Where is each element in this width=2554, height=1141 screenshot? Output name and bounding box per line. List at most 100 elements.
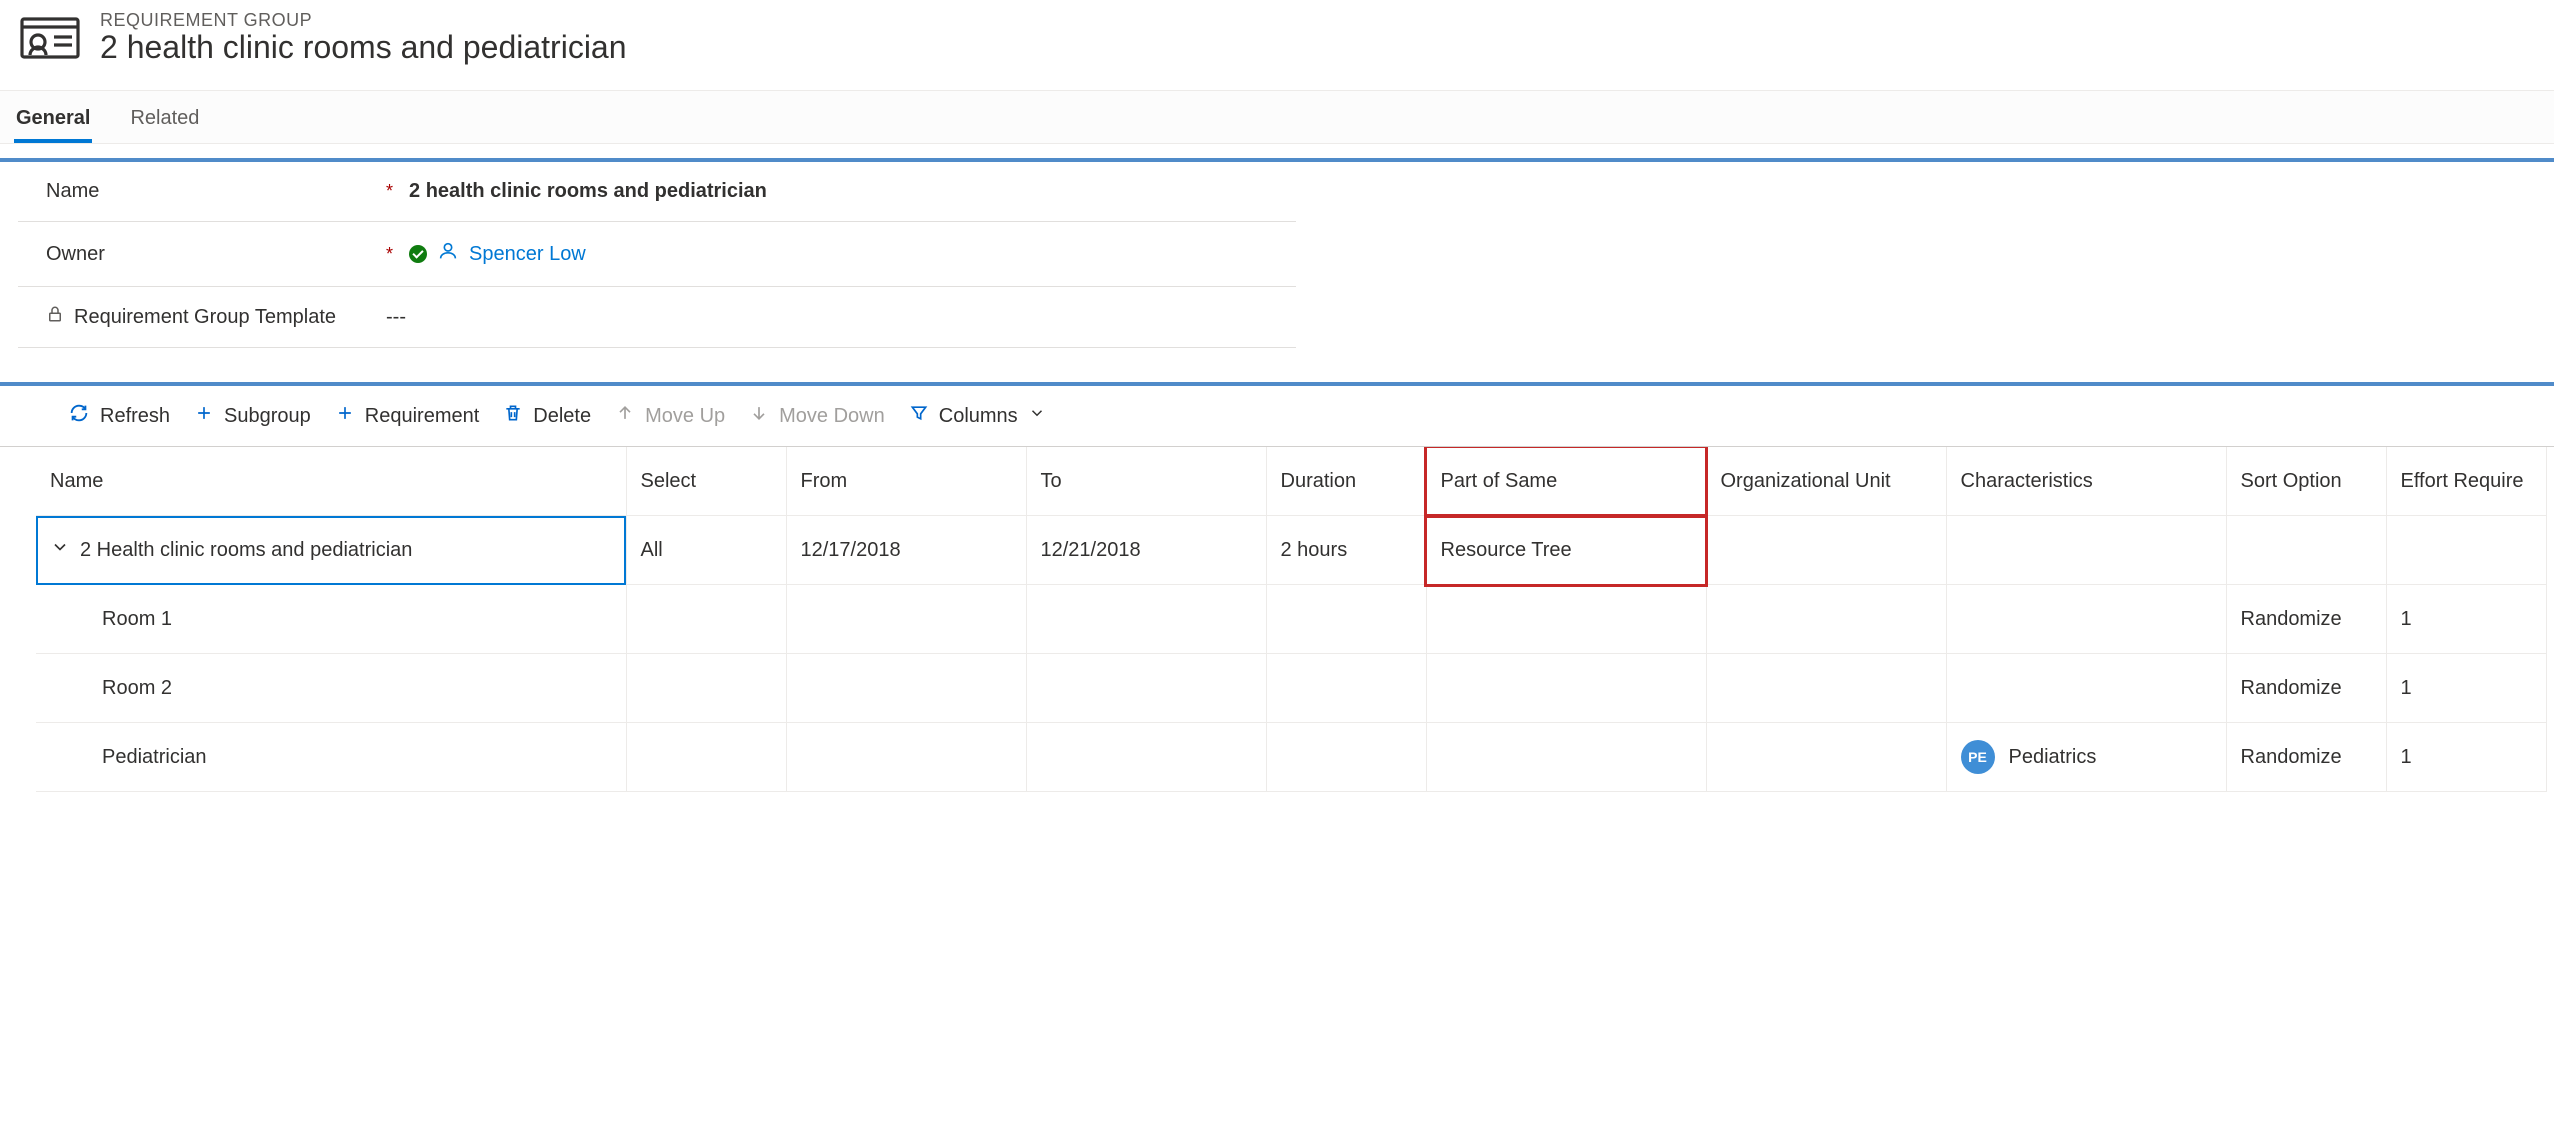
grid-cell-characteristics[interactable]: PE Pediatrics xyxy=(1946,723,2226,792)
presence-indicator-icon xyxy=(409,245,427,263)
add-subgroup-button[interactable]: Subgroup xyxy=(194,403,311,429)
chevron-down-icon xyxy=(1028,404,1046,428)
person-icon xyxy=(437,240,459,268)
grid-cell-characteristics[interactable] xyxy=(1946,654,2226,723)
grid-cell-effort-required[interactable]: 1 xyxy=(2386,723,2546,792)
plus-icon xyxy=(335,403,355,429)
entity-type-label: REQUIREMENT GROUP xyxy=(100,10,627,31)
grid-cell-org-unit[interactable] xyxy=(1706,516,1946,585)
form-tabbar: General Related xyxy=(0,90,2554,144)
chevron-down-icon[interactable] xyxy=(50,537,70,563)
grid-cell-duration[interactable] xyxy=(1266,585,1426,654)
refresh-label: Refresh xyxy=(100,405,170,428)
column-header-org-unit[interactable]: Organizational Unit xyxy=(1706,447,1946,516)
grid-table-wrapper: Name Select From To Duration Part of Sam… xyxy=(0,446,2554,792)
column-header-to[interactable]: To xyxy=(1026,447,1266,516)
plus-icon xyxy=(194,403,214,429)
record-title: 2 health clinic rooms and pediatrician xyxy=(100,29,627,66)
grid-toolbar: Refresh Subgroup Requirement xyxy=(0,386,2554,446)
grid-cell-duration[interactable] xyxy=(1266,654,1426,723)
owner-lookup-link[interactable]: Spencer Low xyxy=(469,243,586,266)
owner-field-label: Owner xyxy=(46,243,105,266)
grid-cell-org-unit[interactable] xyxy=(1706,585,1946,654)
grid-cell-duration[interactable] xyxy=(1266,723,1426,792)
column-header-from[interactable]: From xyxy=(786,447,1026,516)
column-header-characteristics[interactable]: Characteristics xyxy=(1946,447,2226,516)
grid-cell-name[interactable]: Room 1 xyxy=(36,585,626,654)
add-requirement-button[interactable]: Requirement xyxy=(335,403,480,429)
template-field-value[interactable]: --- xyxy=(386,306,406,329)
grid-cell-name[interactable]: Room 2 xyxy=(36,654,626,723)
column-header-name[interactable]: Name xyxy=(36,447,626,516)
grid-cell-select[interactable] xyxy=(626,723,786,792)
column-header-part-of-same[interactable]: Part of Same xyxy=(1426,447,1706,516)
column-header-sort-option[interactable]: Sort Option xyxy=(2226,447,2386,516)
required-asterisk-icon: * xyxy=(386,181,393,202)
move-down-label: Move Down xyxy=(779,405,885,428)
grid-cell-select[interactable] xyxy=(626,585,786,654)
row-name-value: 2 Health clinic rooms and pediatrician xyxy=(80,539,412,562)
general-form-panel: Name * 2 health clinic rooms and pediatr… xyxy=(0,158,2554,378)
grid-cell-to[interactable]: 12/21/2018 xyxy=(1026,516,1266,585)
grid-cell-to[interactable] xyxy=(1026,723,1266,792)
grid-cell-part-of-same[interactable] xyxy=(1426,654,1706,723)
table-row[interactable]: Room 1 Randomize 1 xyxy=(36,585,2546,654)
grid-cell-sort-option[interactable] xyxy=(2226,516,2386,585)
grid-cell-effort-required[interactable]: 1 xyxy=(2386,585,2546,654)
column-header-duration[interactable]: Duration xyxy=(1266,447,1426,516)
record-header: REQUIREMENT GROUP 2 health clinic rooms … xyxy=(0,0,2554,90)
move-down-button[interactable]: Move Down xyxy=(749,403,885,429)
name-field-value[interactable]: 2 health clinic rooms and pediatrician xyxy=(409,180,767,203)
grid-cell-from[interactable] xyxy=(786,654,1026,723)
grid-cell-characteristics[interactable] xyxy=(1946,516,2226,585)
grid-cell-from[interactable] xyxy=(786,585,1026,654)
requirement-label: Requirement xyxy=(365,405,480,428)
grid-cell-part-of-same[interactable] xyxy=(1426,723,1706,792)
grid-cell-org-unit[interactable] xyxy=(1706,654,1946,723)
template-field-label: Requirement Group Template xyxy=(74,305,336,329)
columns-label: Columns xyxy=(939,405,1018,428)
form-row-template: Requirement Group Template * --- xyxy=(18,287,1296,348)
refresh-button[interactable]: Refresh xyxy=(68,402,170,430)
delete-button[interactable]: Delete xyxy=(503,403,591,429)
grid-cell-characteristics[interactable] xyxy=(1946,585,2226,654)
grid-cell-to[interactable] xyxy=(1026,654,1266,723)
form-row-name: Name * 2 health clinic rooms and pediatr… xyxy=(18,162,1296,222)
columns-button[interactable]: Columns xyxy=(909,403,1046,429)
table-row[interactable]: 2 Health clinic rooms and pediatrician A… xyxy=(36,516,2546,585)
grid-cell-part-of-same[interactable]: Resource Tree xyxy=(1426,516,1706,585)
grid-cell-sort-option[interactable]: Randomize xyxy=(2226,654,2386,723)
requirements-grid-panel: Refresh Subgroup Requirement xyxy=(0,382,2554,792)
move-up-button[interactable]: Move Up xyxy=(615,403,725,429)
grid-cell-from[interactable] xyxy=(786,723,1026,792)
grid-cell-select[interactable] xyxy=(626,654,786,723)
lock-icon xyxy=(46,305,64,329)
entity-icon xyxy=(20,15,80,61)
grid-cell-name[interactable]: 2 Health clinic rooms and pediatrician xyxy=(36,516,626,585)
grid-cell-effort-required[interactable] xyxy=(2386,516,2546,585)
grid-cell-select[interactable]: All xyxy=(626,516,786,585)
grid-cell-from[interactable]: 12/17/2018 xyxy=(786,516,1026,585)
grid-cell-name[interactable]: Pediatrician xyxy=(36,723,626,792)
arrow-down-icon xyxy=(749,403,769,429)
grid-cell-sort-option[interactable]: Randomize xyxy=(2226,585,2386,654)
grid-cell-sort-option[interactable]: Randomize xyxy=(2226,723,2386,792)
grid-cell-duration[interactable]: 2 hours xyxy=(1266,516,1426,585)
grid-cell-part-of-same[interactable] xyxy=(1426,585,1706,654)
arrow-up-icon xyxy=(615,403,635,429)
grid-cell-effort-required[interactable]: 1 xyxy=(2386,654,2546,723)
table-row[interactable]: Pediatrician PE Pediatrics xyxy=(36,723,2546,792)
table-header-row: Name Select From To Duration Part of Sam… xyxy=(36,447,2546,516)
requirements-grid: Name Select From To Duration Part of Sam… xyxy=(36,447,2547,792)
grid-cell-org-unit[interactable] xyxy=(1706,723,1946,792)
column-header-select[interactable]: Select xyxy=(626,447,786,516)
table-row[interactable]: Room 2 Randomize 1 xyxy=(36,654,2546,723)
tab-related[interactable]: Related xyxy=(128,99,201,143)
required-asterisk-icon: * xyxy=(386,244,393,265)
grid-cell-to[interactable] xyxy=(1026,585,1266,654)
tab-general[interactable]: General xyxy=(14,99,92,143)
subgroup-label: Subgroup xyxy=(224,405,311,428)
delete-label: Delete xyxy=(533,405,591,428)
column-header-effort-required[interactable]: Effort Require xyxy=(2386,447,2546,516)
characteristic-badge: PE xyxy=(1961,740,1995,774)
